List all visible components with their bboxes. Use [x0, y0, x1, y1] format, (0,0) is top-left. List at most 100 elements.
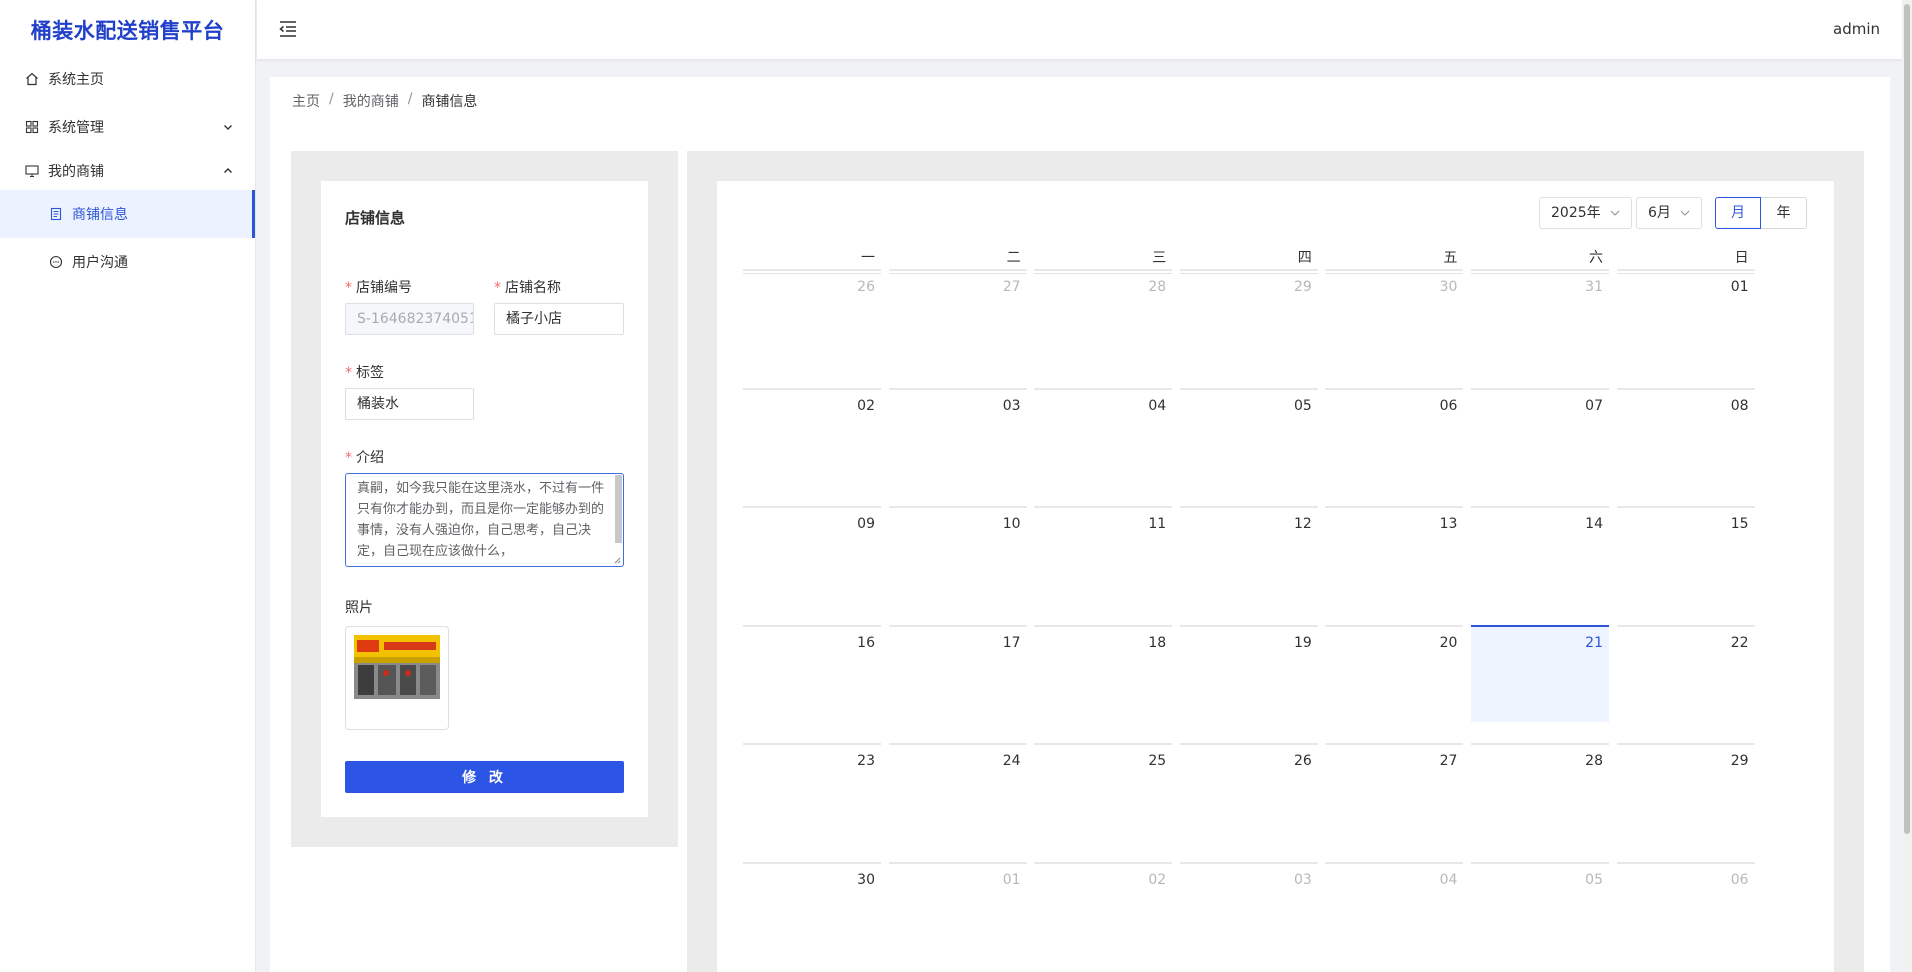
tag-input[interactable]: 桶装水 — [345, 388, 474, 420]
calendar-day[interactable]: 04 — [1034, 387, 1173, 485]
calendar-day[interactable]: 22 — [1616, 624, 1755, 722]
month-select[interactable]: 6月 — [1636, 197, 1703, 229]
calendar-day[interactable]: 09 — [743, 506, 881, 603]
calendar-day[interactable]: 03 — [1179, 861, 1318, 959]
calendar-day[interactable]: 20 — [1325, 624, 1464, 722]
calendar-day[interactable]: 27 — [888, 269, 1027, 366]
calendar-day-number: 26 — [1293, 753, 1312, 769]
calendar-day[interactable]: 01 — [1616, 269, 1755, 366]
calendar-day[interactable]: 14 — [1471, 506, 1609, 603]
calendar-day[interactable]: 02 — [1034, 861, 1173, 959]
mode-year-button[interactable]: 年 — [1761, 197, 1807, 229]
calendar-panel: 2025年 6月 月 年 一二三四五六日 26 27 28 29 30 31 01 02 03 0… — [687, 151, 1864, 972]
sidebar-item-my-shop[interactable]: 我的商铺 — [0, 147, 255, 195]
scrollbar-thumb[interactable] — [1904, 4, 1910, 834]
calendar-day[interactable]: 18 — [1034, 624, 1173, 722]
calendar-day[interactable]: 23 — [743, 743, 881, 840]
chat-icon — [48, 254, 64, 270]
calendar-day[interactable]: 03 — [888, 387, 1027, 485]
calendar-day[interactable]: 10 — [888, 506, 1027, 603]
chevron-up-icon — [224, 168, 232, 173]
calendar-day-number: 21 — [1585, 634, 1603, 651]
calendar-day-number: 30 — [1439, 279, 1458, 295]
sidebar-item-system-management[interactable]: 系统管理 — [0, 103, 255, 151]
resize-grip-icon[interactable] — [613, 556, 621, 564]
calendar-day[interactable]: 01 — [888, 861, 1027, 959]
calendar-day[interactable]: 19 — [1179, 624, 1318, 722]
calendar-day[interactable]: 27 — [1325, 743, 1464, 840]
calendar-day[interactable]: 25 — [1034, 743, 1173, 840]
calendar-day-number: 11 — [1148, 516, 1167, 532]
form-title: 店铺信息 — [345, 209, 406, 227]
calendar-day[interactable]: 28 — [1034, 269, 1173, 366]
weekday-header: 二 — [888, 247, 1027, 274]
shop-photo — [354, 635, 440, 699]
calendar-day-number: 10 — [1002, 516, 1021, 532]
main-content: 主页 / 我的商铺 / 商铺信息 店铺信息 * 店铺编号 S-1646823740… — [270, 77, 1890, 972]
calendar-day[interactable]: 13 — [1325, 506, 1464, 603]
intro-label: * 介绍 — [345, 450, 384, 466]
breadcrumb-home[interactable]: 主页 — [292, 91, 320, 111]
breadcrumb-my-shop[interactable]: 我的商铺 — [343, 91, 399, 111]
breadcrumb-separator: / — [407, 91, 413, 107]
calendar-day[interactable]: 29 — [1179, 269, 1318, 366]
calendar-day[interactable]: 07 — [1471, 387, 1609, 485]
calendar-day[interactable]: 12 — [1179, 506, 1318, 603]
textarea-scrollbar[interactable] — [615, 475, 622, 543]
calendar-day[interactable]: 06 — [1616, 861, 1755, 959]
calendar-day-number: 01 — [1002, 871, 1021, 888]
calendar-day[interactable]: 31 — [1471, 269, 1609, 366]
calendar-day-number: 01 — [1730, 279, 1749, 295]
calendar-day-number: 06 — [1730, 871, 1749, 888]
calendar-day-number: 25 — [1148, 753, 1167, 769]
calendar-day-today[interactable]: 21 — [1471, 624, 1609, 722]
calendar-day[interactable]: 08 — [1616, 387, 1755, 485]
calendar: 2025年 6月 月 年 一二三四五六日 26 27 28 29 30 31 01 02 03 0… — [717, 181, 1834, 972]
calendar-day[interactable]: 26 — [1179, 743, 1318, 840]
calendar-day[interactable]: 05 — [1179, 387, 1318, 485]
calendar-day[interactable]: 28 — [1471, 743, 1609, 840]
sidebar-item-label: 商铺信息 — [72, 207, 128, 223]
shop-id-input: S-1646823740512 — [345, 303, 474, 335]
calendar-mode-toggle: 月 年 — [1715, 197, 1807, 229]
calendar-day[interactable]: 04 — [1325, 861, 1464, 959]
intro-textarea[interactable]: 真嗣，如今我只能在这里浇水，不过有一件只有你才能办到，而且是你一定能够办到的事情… — [345, 473, 624, 567]
weekday-header: 日 — [1616, 247, 1755, 274]
year-select[interactable]: 2025年 — [1539, 197, 1633, 229]
page-scrollbar[interactable] — [1902, 0, 1912, 972]
sidebar-item-shop-info[interactable]: 商铺信息 — [0, 190, 255, 238]
top-header: admin — [257, 0, 1912, 59]
calendar-day[interactable]: 17 — [888, 624, 1027, 722]
sidebar-item-user-chat[interactable]: 用户沟通 — [0, 238, 255, 286]
calendar-day-number: 27 — [1002, 279, 1021, 295]
home-icon — [24, 71, 40, 87]
calendar-day-number: 19 — [1293, 634, 1312, 651]
calendar-day-number: 14 — [1585, 516, 1603, 532]
calendar-day[interactable]: 30 — [743, 861, 881, 959]
calendar-day[interactable]: 29 — [1616, 743, 1755, 840]
calendar-day[interactable]: 02 — [743, 387, 881, 485]
mode-month-button[interactable]: 月 — [1715, 197, 1761, 229]
calendar-day-number: 05 — [1585, 871, 1603, 888]
calendar-day[interactable]: 06 — [1325, 387, 1464, 485]
calendar-day-number: 23 — [857, 753, 875, 769]
menu-fold-icon[interactable] — [277, 18, 299, 40]
calendar-day-number: 06 — [1439, 397, 1458, 414]
calendar-day[interactable]: 15 — [1616, 506, 1755, 603]
calendar-day[interactable]: 26 — [743, 269, 881, 366]
calendar-day-number: 13 — [1439, 516, 1458, 532]
calendar-day-number: 03 — [1293, 871, 1312, 888]
calendar-day[interactable]: 11 — [1034, 506, 1173, 603]
photo-upload[interactable] — [345, 626, 449, 730]
user-name[interactable]: admin — [1833, 20, 1880, 38]
chevron-down-icon — [1610, 210, 1620, 216]
shop-name-input[interactable]: 橘子小店 — [494, 303, 624, 335]
sidebar-item-home[interactable]: 系统主页 — [0, 55, 255, 103]
calendar-day[interactable]: 16 — [743, 624, 881, 722]
calendar-day[interactable]: 24 — [888, 743, 1027, 840]
calendar-day-number: 29 — [1293, 279, 1312, 295]
calendar-day-number: 15 — [1730, 516, 1749, 532]
calendar-day[interactable]: 05 — [1471, 861, 1609, 959]
calendar-day[interactable]: 30 — [1325, 269, 1464, 366]
submit-button[interactable]: 修 改 — [345, 761, 624, 793]
